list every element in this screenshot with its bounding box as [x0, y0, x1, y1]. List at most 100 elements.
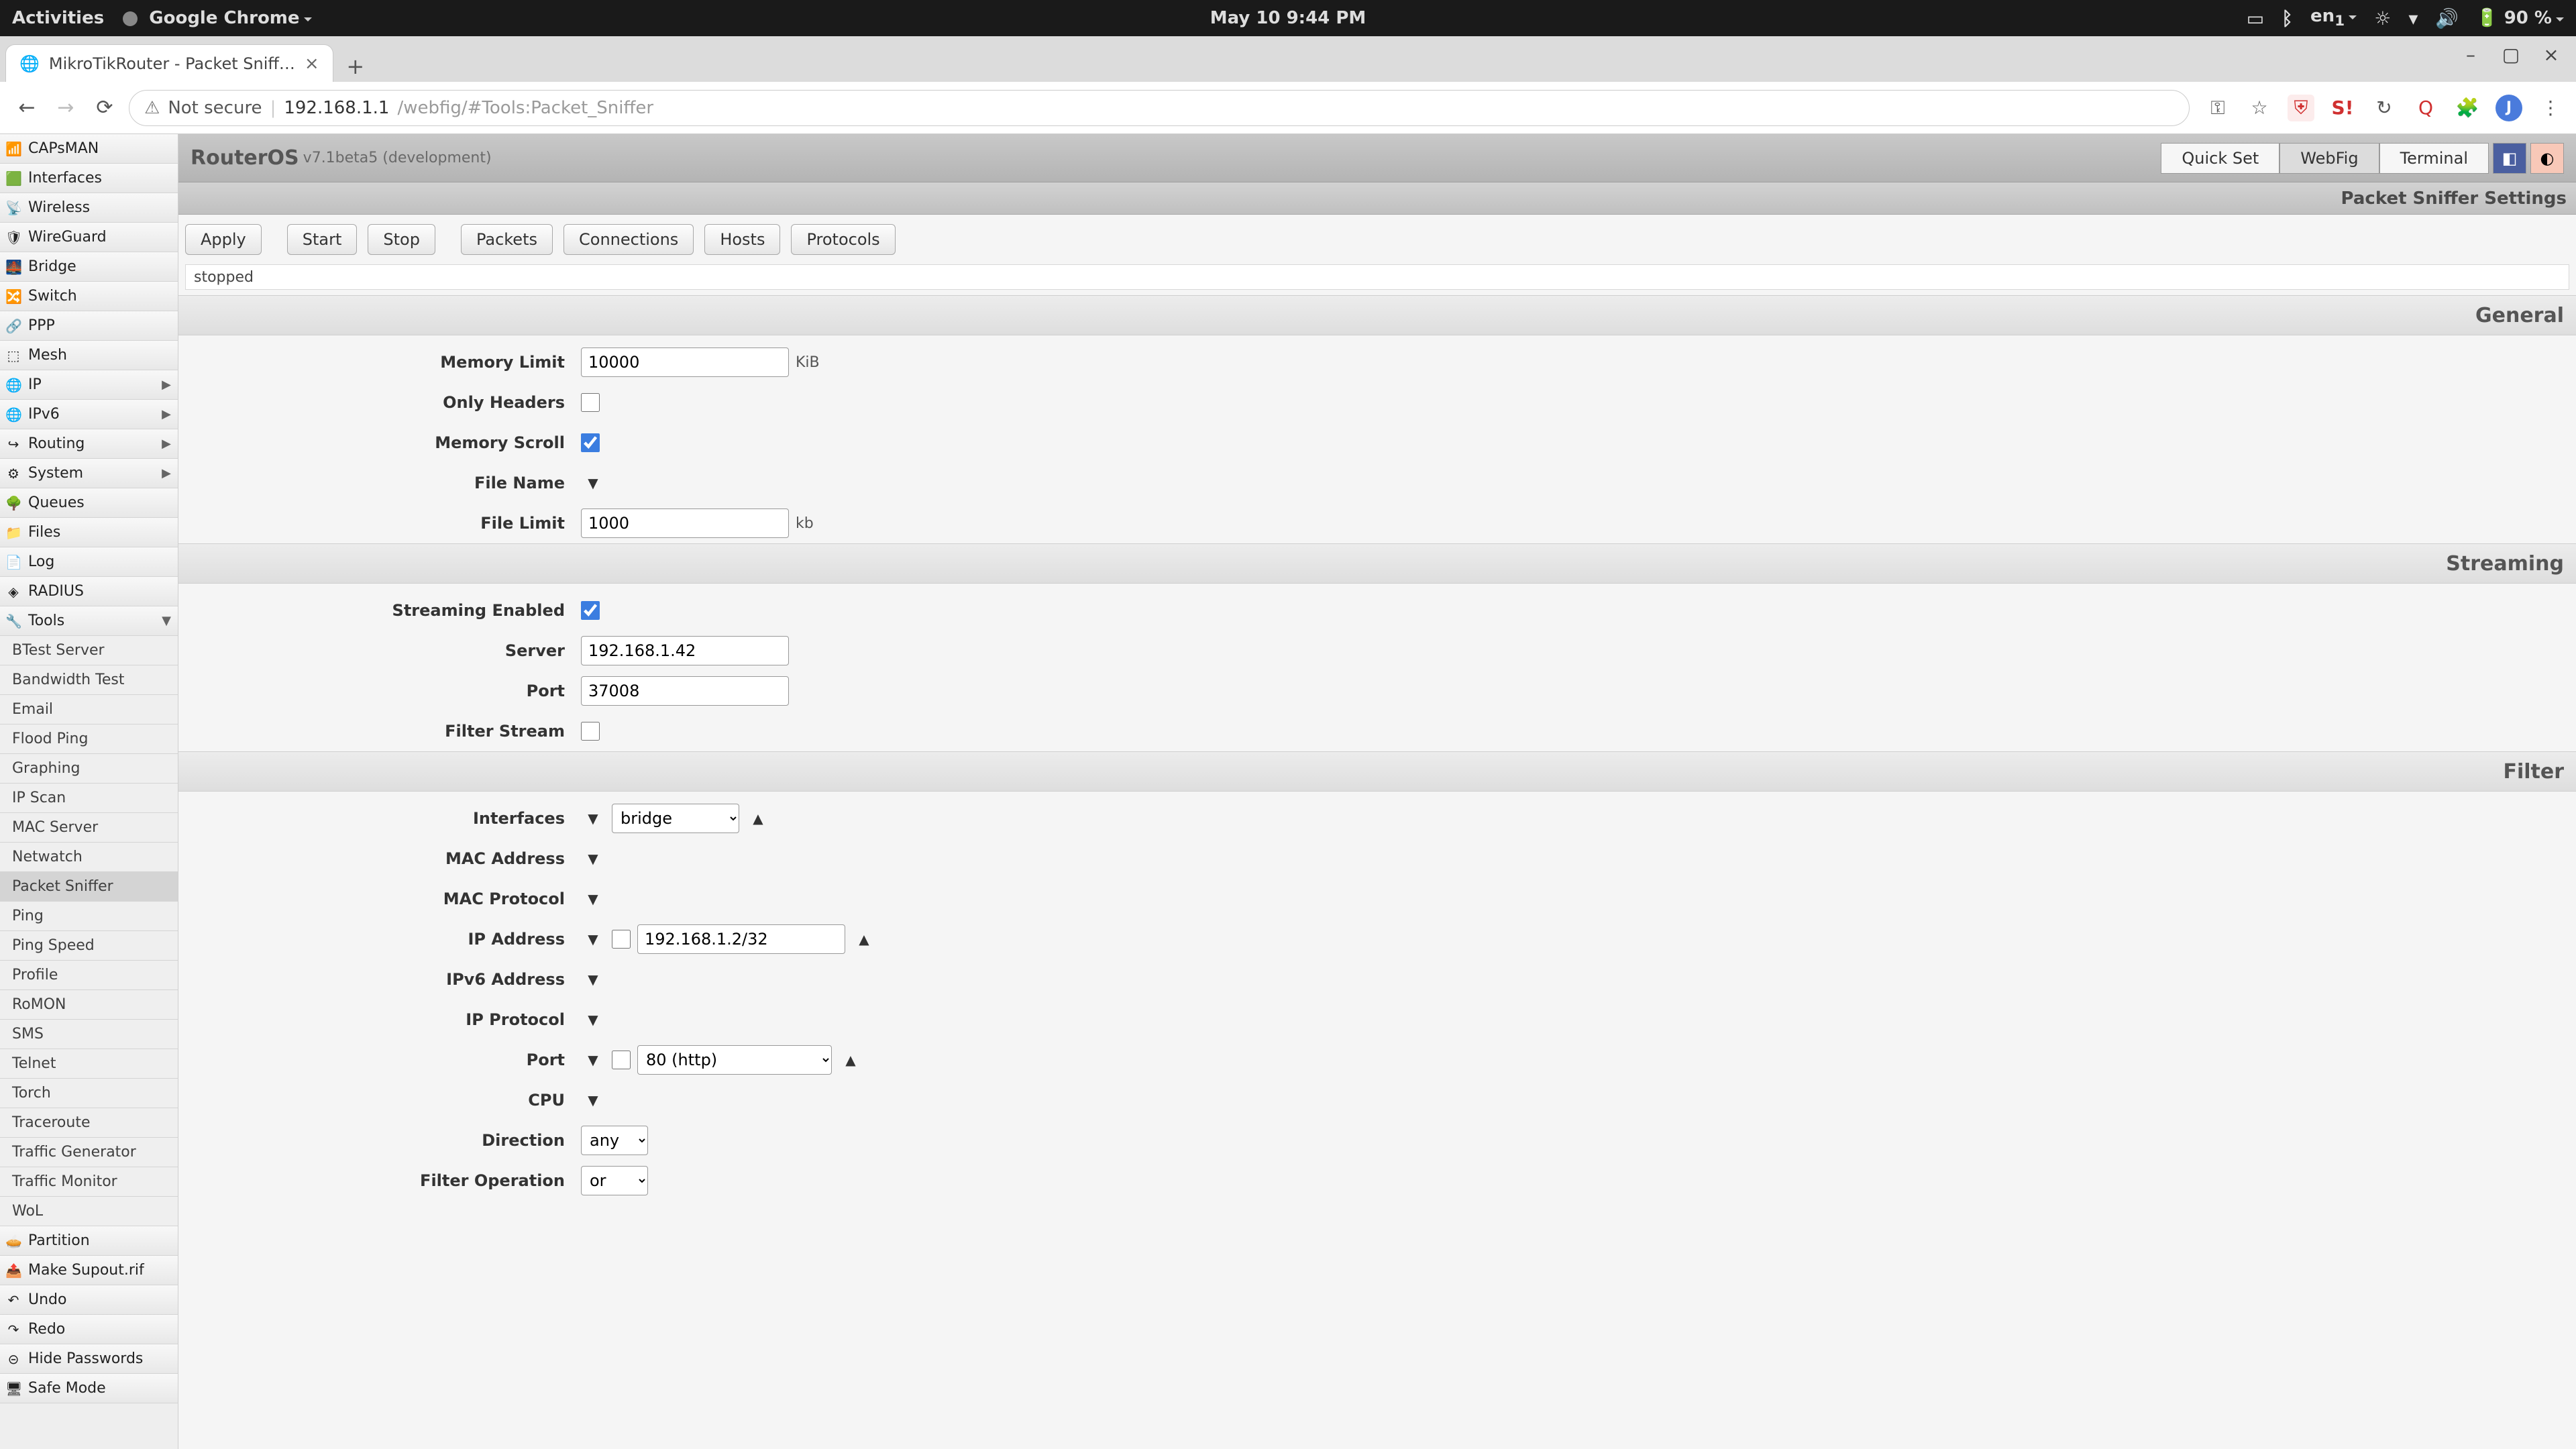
extension-loop-icon[interactable]: ↻ — [2371, 95, 2398, 121]
stop-button[interactable]: Stop — [368, 224, 435, 255]
direction-select[interactable]: any — [581, 1126, 648, 1155]
bluetooth-icon[interactable]: ᛒ — [2282, 7, 2293, 30]
browser-tab[interactable]: 🌐 MikroTikRouter - Packet Sniff… × — [5, 44, 333, 82]
nav-forward-button[interactable]: → — [51, 93, 80, 123]
sidebar-item-files[interactable]: 📁Files — [0, 518, 178, 547]
sidebar-item-partition[interactable]: 🥧Partition — [0, 1226, 178, 1256]
sidebar-sub-sms[interactable]: SMS — [0, 1020, 178, 1049]
filter-stream-checkbox[interactable] — [581, 722, 600, 741]
extensions-puzzle-icon[interactable]: 🧩 — [2454, 95, 2481, 121]
screencast-icon[interactable]: ▭ — [2247, 7, 2264, 30]
packets-button[interactable]: Packets — [461, 224, 553, 255]
interfaces-collapse-icon[interactable]: ▼ — [581, 806, 605, 830]
sidebar-item-queues[interactable]: 🌳Queues — [0, 488, 178, 518]
activities-menu[interactable]: Activities — [12, 8, 104, 28]
extension-q-icon[interactable]: Q — [2412, 95, 2439, 121]
filter-port-not-checkbox[interactable] — [612, 1051, 631, 1069]
ipv6-address-expand-icon[interactable]: ▼ — [581, 967, 605, 991]
sidebar-sub-torch[interactable]: Torch — [0, 1079, 178, 1108]
sidebar-item-wireless[interactable]: 📡Wireless — [0, 193, 178, 223]
sidebar-item-undo[interactable]: ↶Undo — [0, 1285, 178, 1315]
filter-port-add-icon[interactable]: ▲ — [839, 1048, 863, 1072]
memory-scroll-checkbox[interactable] — [581, 433, 600, 452]
sidebar-sub-romon[interactable]: RoMON — [0, 990, 178, 1020]
port-input[interactable] — [581, 676, 789, 706]
cpu-expand-icon[interactable]: ▼ — [581, 1088, 605, 1112]
tab-close-icon[interactable]: × — [305, 54, 319, 74]
file-name-expand-icon[interactable]: ▼ — [581, 471, 605, 495]
window-maximize-icon[interactable]: ▢ — [2498, 42, 2524, 67]
nav-back-button[interactable]: ← — [12, 93, 42, 123]
sidebar-item-system[interactable]: ⚙System▶ — [0, 459, 178, 488]
ip-address-collapse-icon[interactable]: ▼ — [581, 927, 605, 951]
streaming-enabled-checkbox[interactable] — [581, 601, 600, 620]
sidebar-sub-mac-server[interactable]: MAC Server — [0, 813, 178, 843]
keyboard-layout[interactable]: en1 — [2310, 6, 2357, 30]
hosts-button[interactable]: Hosts — [704, 224, 780, 255]
sidebar-item-mesh[interactable]: ⬚Mesh — [0, 341, 178, 370]
sidebar-item-hide-passwords[interactable]: ⊝Hide Passwords — [0, 1344, 178, 1374]
wifi-icon[interactable]: ▾ — [2408, 7, 2418, 30]
sidebar-item-radius[interactable]: ◈RADIUS — [0, 577, 178, 606]
new-tab-button[interactable]: + — [340, 51, 371, 82]
mac-address-expand-icon[interactable]: ▼ — [581, 847, 605, 871]
filter-port-select[interactable]: 80 (http) — [637, 1045, 832, 1075]
header-square-red[interactable]: ◐ — [2530, 143, 2564, 174]
header-square-blue[interactable]: ◧ — [2493, 143, 2526, 174]
sidebar-sub-wol[interactable]: WoL — [0, 1197, 178, 1226]
sidebar-item-log[interactable]: 📄Log — [0, 547, 178, 577]
sidebar-item-make-supout-rif[interactable]: 📤Make Supout.rif — [0, 1256, 178, 1285]
shield-adblock-icon[interactable]: ⛨ — [2288, 95, 2314, 121]
sidebar-item-ipv6[interactable]: 🌐IPv6▶ — [0, 400, 178, 429]
ip-address-input[interactable] — [637, 924, 845, 954]
tab-quickset[interactable]: Quick Set — [2161, 143, 2279, 174]
tab-terminal[interactable]: Terminal — [2379, 143, 2489, 174]
apply-button[interactable]: Apply — [185, 224, 262, 255]
only-headers-checkbox[interactable] — [581, 393, 600, 412]
interfaces-select[interactable]: bridge — [612, 804, 739, 833]
tab-webfig[interactable]: WebFig — [2279, 143, 2379, 174]
sidebar-item-capsman[interactable]: 📶CAPsMAN — [0, 134, 178, 164]
extension-s-icon[interactable]: S! — [2329, 95, 2356, 121]
sidebar-sub-ping-speed[interactable]: Ping Speed — [0, 931, 178, 961]
ip-protocol-expand-icon[interactable]: ▼ — [581, 1008, 605, 1032]
address-bar[interactable]: ⚠ Not secure | 192.168.1.1/webfig/#Tools… — [129, 90, 2190, 126]
sidebar-item-ip[interactable]: 🌐IP▶ — [0, 370, 178, 400]
window-minimize-icon[interactable]: – — [2458, 42, 2483, 67]
sidebar-item-safe-mode[interactable]: 🖥Safe Mode — [0, 1374, 178, 1403]
sidebar-sub-traffic-generator[interactable]: Traffic Generator — [0, 1138, 178, 1167]
sidebar-item-ppp[interactable]: 🔗PPP — [0, 311, 178, 341]
current-app-menu[interactable]: Google Chrome — [123, 8, 311, 28]
sidebar-item-routing[interactable]: ↪Routing▶ — [0, 429, 178, 459]
sidebar-item-interfaces[interactable]: 🟩Interfaces — [0, 164, 178, 193]
sidebar-item-bridge[interactable]: 🌉Bridge — [0, 252, 178, 282]
brightness-icon[interactable]: ☼ — [2374, 7, 2391, 30]
memory-limit-input[interactable] — [581, 347, 789, 377]
clock[interactable]: May 10 9:44 PM — [1210, 8, 1366, 28]
window-close-icon[interactable]: × — [2538, 42, 2564, 67]
volume-icon[interactable]: 🔊 — [2435, 7, 2459, 30]
server-input[interactable] — [581, 636, 789, 665]
sidebar-sub-traceroute[interactable]: Traceroute — [0, 1108, 178, 1138]
sidebar-sub-traffic-monitor[interactable]: Traffic Monitor — [0, 1167, 178, 1197]
sidebar-sub-profile[interactable]: Profile — [0, 961, 178, 990]
interfaces-add-icon[interactable]: ▲ — [746, 806, 770, 830]
sidebar-sub-bandwidth-test[interactable]: Bandwidth Test — [0, 665, 178, 695]
filter-port-collapse-icon[interactable]: ▼ — [581, 1048, 605, 1072]
sidebar-sub-btest-server[interactable]: BTest Server — [0, 636, 178, 665]
sidebar-sub-ping[interactable]: Ping — [0, 902, 178, 931]
sidebar-sub-flood-ping[interactable]: Flood Ping — [0, 724, 178, 754]
sidebar-item-wireguard[interactable]: 🛡WireGuard — [0, 223, 178, 252]
nav-reload-button[interactable]: ⟳ — [90, 93, 119, 123]
sidebar-item-tools[interactable]: 🔧Tools▼ — [0, 606, 178, 636]
sidebar-sub-graphing[interactable]: Graphing — [0, 754, 178, 784]
filter-operation-select[interactable]: or — [581, 1166, 648, 1195]
connections-button[interactable]: Connections — [564, 224, 694, 255]
ip-address-not-checkbox[interactable] — [612, 930, 631, 949]
chrome-menu-icon[interactable]: ⋮ — [2537, 95, 2564, 121]
key-icon[interactable]: ⚿ — [2204, 95, 2231, 121]
ip-address-add-icon[interactable]: ▲ — [852, 927, 876, 951]
sidebar-sub-email[interactable]: Email — [0, 695, 178, 724]
battery-indicator[interactable]: 🔋 90 % — [2476, 8, 2564, 28]
sidebar-item-redo[interactable]: ↷Redo — [0, 1315, 178, 1344]
